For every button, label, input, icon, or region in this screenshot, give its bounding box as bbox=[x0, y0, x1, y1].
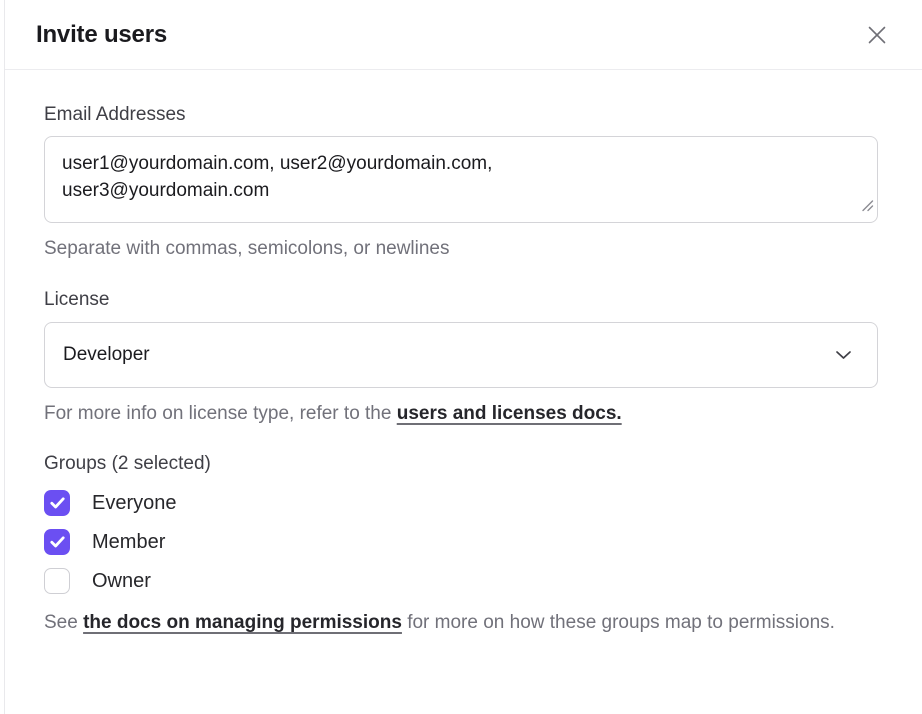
groups-helper-prefix: See bbox=[44, 612, 83, 633]
close-button[interactable] bbox=[862, 20, 892, 50]
group-checkbox-row[interactable]: Everyone bbox=[44, 490, 878, 516]
group-checkbox-row[interactable]: Member bbox=[44, 529, 878, 555]
group-checkbox-label: Owner bbox=[92, 570, 151, 593]
checkmark-icon bbox=[50, 536, 65, 548]
license-helper-prefix: For more info on license type, refer to … bbox=[44, 403, 397, 424]
checkbox[interactable] bbox=[44, 568, 70, 594]
checkbox[interactable] bbox=[44, 529, 70, 555]
checkmark-icon bbox=[50, 497, 65, 509]
close-icon bbox=[865, 23, 889, 47]
group-checkbox-row[interactable]: Owner bbox=[44, 568, 878, 594]
users-licenses-docs-link[interactable]: users and licenses docs. bbox=[397, 403, 622, 424]
groups-list: Everyone Member Owner bbox=[44, 490, 878, 594]
modal-body: Email Addresses user1@yourdomain.com, us… bbox=[5, 70, 922, 637]
groups-label: Groups (2 selected) bbox=[44, 452, 878, 475]
invite-users-modal: Invite users Email Addresses user1@yourd… bbox=[4, 0, 922, 714]
chevron-down-icon bbox=[835, 350, 852, 361]
groups-helper-text: See the docs on managing permissions for… bbox=[44, 608, 878, 637]
modal-title: Invite users bbox=[36, 21, 167, 49]
license-helper-text: For more info on license type, refer to … bbox=[44, 401, 878, 427]
email-addresses-label: Email Addresses bbox=[44, 103, 878, 126]
license-label: License bbox=[44, 288, 878, 311]
modal-header: Invite users bbox=[5, 0, 922, 70]
email-addresses-input[interactable]: user1@yourdomain.com, user2@yourdomain.c… bbox=[44, 136, 878, 223]
group-checkbox-label: Member bbox=[92, 531, 165, 554]
managing-permissions-docs-link[interactable]: the docs on managing permissions bbox=[83, 612, 402, 633]
license-select[interactable]: Developer bbox=[44, 322, 878, 388]
email-helper-text: Separate with commas, semicolons, or new… bbox=[44, 236, 878, 262]
email-textarea-wrap: user1@yourdomain.com, user2@yourdomain.c… bbox=[44, 136, 878, 223]
checkbox[interactable] bbox=[44, 490, 70, 516]
group-checkbox-label: Everyone bbox=[92, 492, 177, 515]
license-selected-value: Developer bbox=[63, 344, 150, 366]
groups-helper-suffix: for more on how these groups map to perm… bbox=[402, 612, 835, 633]
